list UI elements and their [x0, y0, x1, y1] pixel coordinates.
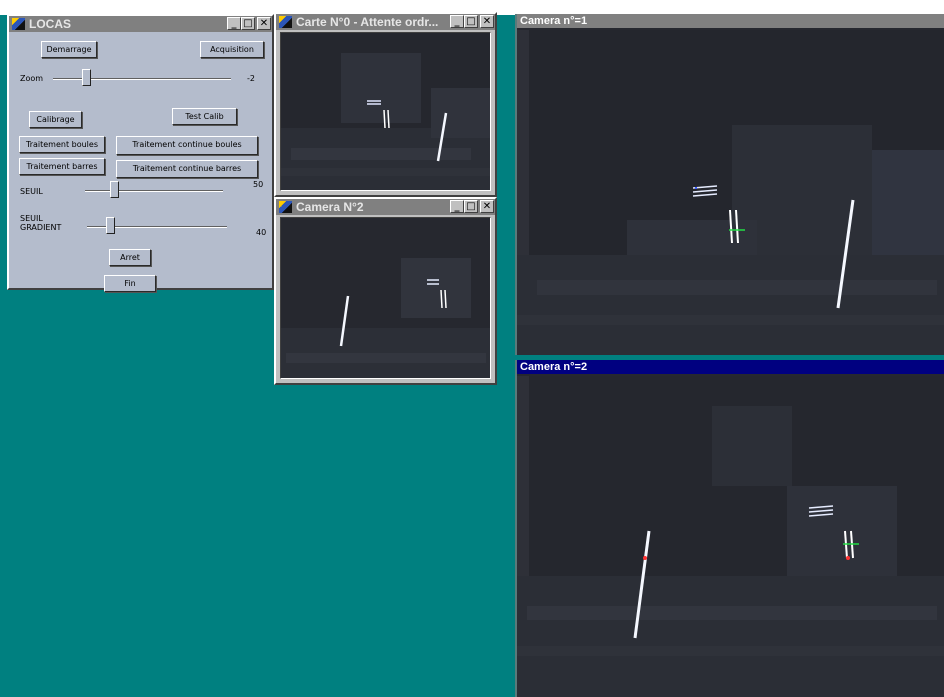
maximize-icon[interactable]: □: [464, 200, 478, 213]
carte-title: Carte N°0 - Attente ordr...: [296, 15, 439, 29]
close-icon[interactable]: ✕: [480, 200, 494, 213]
zoom-label: Zoom: [20, 74, 44, 83]
camera2-video-view: [280, 217, 491, 379]
camera-view-2-image: [517, 376, 944, 697]
locas-window: LOCAS _ □ ✕ Demarrage Acquisition Zoom -2 …: [7, 14, 274, 292]
camera-view-1: Camera n°=1: [515, 14, 944, 355]
camera-view-1-svg: [517, 30, 944, 355]
minimize-icon[interactable]: _: [227, 17, 241, 30]
carte-video-view: [280, 32, 491, 191]
camera2-titlebar[interactable]: Camera N°2 _ □ ✕: [276, 199, 495, 215]
seuil-label: SEUIL: [20, 187, 43, 196]
locas-control-panel: Demarrage Acquisition Zoom -2 Calibrage …: [9, 32, 272, 292]
carte-window: Carte N°0 - Attente ordr... _ □ ✕: [274, 12, 497, 197]
zoom-slider-thumb[interactable]: [82, 69, 91, 86]
minimize-icon[interactable]: _: [450, 15, 464, 28]
calibrage-button[interactable]: Calibrage: [29, 111, 82, 128]
locas-title: LOCAS: [29, 17, 71, 31]
carte-app-icon: [279, 16, 292, 28]
fin-button[interactable]: Fin: [104, 275, 156, 292]
close-icon[interactable]: ✕: [480, 15, 494, 28]
maximize-icon[interactable]: □: [241, 17, 255, 30]
seuil-slider-track[interactable]: [85, 190, 223, 192]
zoom-slider-track[interactable]: [53, 78, 231, 80]
maximize-icon[interactable]: □: [464, 15, 478, 28]
traitement-continue-boules-button[interactable]: Traitement continue boules: [116, 136, 258, 155]
camera-view-2: Camera n°=2: [515, 360, 944, 697]
acquisition-button[interactable]: Acquisition: [200, 41, 264, 58]
seuil-gradient-label-line1: SEUIL: [20, 214, 43, 223]
arret-button[interactable]: Arret: [109, 249, 151, 266]
camera2-image: [281, 218, 490, 378]
traitement-barres-button[interactable]: Traitement barres: [19, 158, 105, 175]
camera-view-1-image: [517, 30, 944, 355]
traitement-boules-button[interactable]: Traitement boules: [19, 136, 105, 153]
camera2-title: Camera N°2: [296, 200, 364, 214]
close-icon[interactable]: ✕: [257, 17, 271, 30]
carte-titlebar[interactable]: Carte N°0 - Attente ordr... _ □ ✕: [276, 14, 495, 30]
zoom-value: -2: [247, 74, 255, 83]
seuil-value: 50: [253, 180, 264, 189]
seuil-slider-thumb[interactable]: [110, 181, 119, 198]
camera-view-1-title[interactable]: Camera n°=1: [517, 14, 944, 28]
seuil-gradient-value: 40: [256, 228, 267, 237]
seuil-gradient-slider-thumb[interactable]: [106, 217, 115, 234]
camera2-window: Camera N°2 _ □ ✕: [274, 197, 497, 385]
minimize-icon[interactable]: _: [450, 200, 464, 213]
locas-titlebar[interactable]: LOCAS _ □ ✕: [9, 16, 272, 32]
seuil-gradient-label-line2: GRADIENT: [20, 223, 62, 232]
camera2-app-icon: [279, 201, 292, 213]
camera-view-2-svg: [517, 376, 944, 697]
locas-app-icon: [12, 18, 25, 30]
demarrage-button[interactable]: Demarrage: [41, 41, 97, 58]
traitement-continue-barres-button[interactable]: Traitement continue barres: [116, 160, 258, 178]
seuil-gradient-label: SEUIL GRADIENT: [20, 214, 61, 232]
carte-camera-image: [281, 33, 490, 190]
test-calib-button[interactable]: Test Calib: [172, 108, 237, 125]
camera-view-2-title[interactable]: Camera n°=2: [517, 360, 944, 374]
